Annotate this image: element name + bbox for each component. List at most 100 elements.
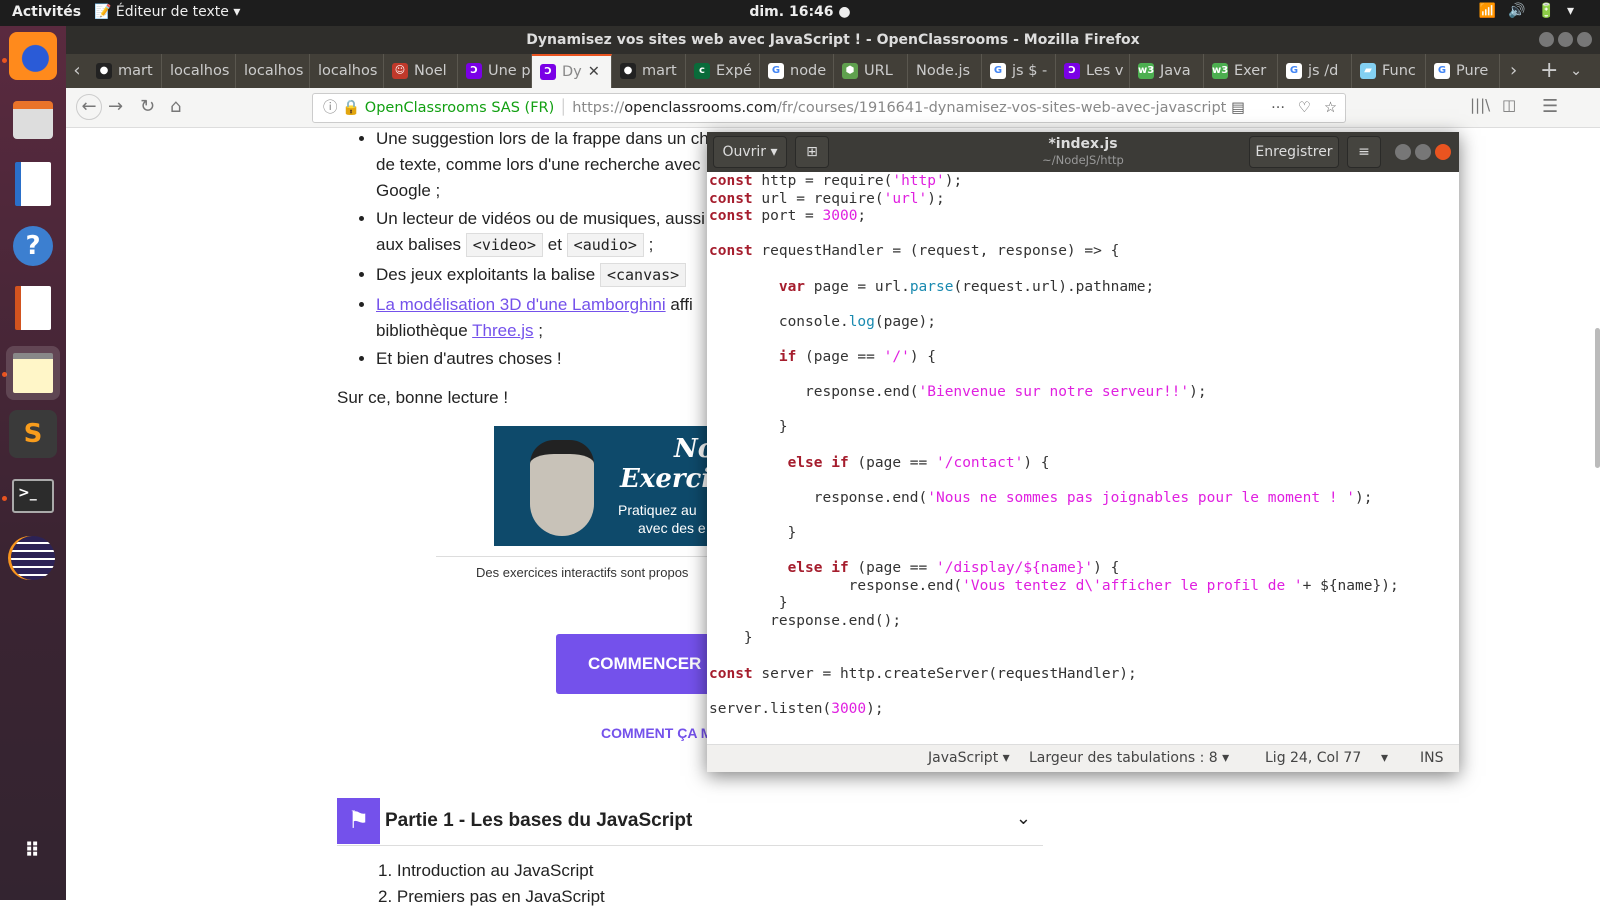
tab[interactable]: ● mart — [612, 54, 686, 88]
tab-label: localhos — [170, 63, 230, 79]
code-line: const http = require('http'); — [709, 173, 963, 189]
cursor-position[interactable]: Lig 24, Col 77 — [1265, 750, 1361, 766]
position-menu-icon[interactable]: ▾ — [1381, 750, 1388, 766]
app-menu[interactable]: 📝 Éditeur de texte ▾ — [94, 4, 240, 20]
sublime-icon[interactable]: S — [9, 410, 57, 458]
code-line: } — [709, 595, 788, 612]
list-item: Un lecteur de vidéos ou de musiques, aus… — [376, 206, 756, 258]
openclassrooms-icon: Ↄ — [1064, 63, 1080, 79]
code-line: } — [709, 630, 753, 647]
tab[interactable]: Ↄ Une p — [458, 54, 532, 88]
google-icon: G — [1286, 63, 1302, 79]
threejs-link[interactable]: Three.js — [472, 321, 533, 340]
how-it-works-link[interactable]: COMMENT ÇA M — [601, 725, 712, 741]
tab[interactable]: Gjs $ - — [982, 54, 1056, 88]
tab[interactable]: localhos — [310, 54, 384, 88]
tab[interactable]: ▰ Func — [1352, 54, 1426, 88]
part-header[interactable]: ⚑ Partie 1 - Les bases du JavaScript ⌄ — [337, 798, 1043, 846]
close-button[interactable] — [1435, 144, 1451, 160]
eclipse-icon[interactable] — [11, 536, 55, 580]
tab[interactable]: ⬢ URL — [834, 54, 908, 88]
url-bar[interactable]: ⓘ 🔒 OpenClassrooms SAS (FR) │ https://op… — [312, 93, 1346, 123]
tab[interactable]: Node.js — [908, 54, 982, 88]
reload-button[interactable]: ↻ — [140, 96, 155, 117]
tab[interactable]: w3 Java — [1130, 54, 1204, 88]
chevron-down-icon[interactable]: ⌄ — [1016, 808, 1031, 829]
library-icon[interactable]: |||\ — [1470, 96, 1490, 114]
tab-list-chevron-icon[interactable]: ⌄ — [1570, 54, 1600, 88]
tab[interactable]: localhos — [162, 54, 236, 88]
list-item: Une suggestion lors de la frappe dans un… — [376, 126, 756, 204]
tab[interactable]: w3 Exer — [1204, 54, 1278, 88]
terminal-icon[interactable]: >_ — [12, 479, 54, 513]
tab[interactable]: G Pure — [1426, 54, 1500, 88]
text-editor-icon[interactable] — [13, 353, 53, 393]
hamburger-menu-icon[interactable]: ≡ — [1347, 136, 1381, 168]
writer-icon[interactable] — [15, 162, 51, 206]
close-tab-icon[interactable]: ✕ — [588, 64, 600, 80]
system-tray[interactable]: 📶🔊🔋▾ — [1479, 3, 1586, 19]
code-line: const port = 3000; — [709, 208, 867, 225]
info-icon[interactable]: ⓘ — [323, 100, 338, 116]
code-line: if (page == '/') { — [778, 348, 937, 365]
forward-button[interactable]: → — [108, 96, 123, 117]
back-button[interactable]: ← — [76, 94, 102, 120]
new-tab-button[interactable]: + — [1540, 54, 1570, 88]
part-title: Partie 1 - Les bases du JavaScript — [385, 810, 693, 831]
tab[interactable]: Gjs /d — [1278, 54, 1352, 88]
reader-view-icon[interactable]: ▤ — [1231, 94, 1245, 122]
banner-caption: Des exercices interactifs sont propos — [476, 565, 689, 580]
tab-label: node — [790, 63, 827, 79]
code-line: server.listen(3000); — [709, 700, 884, 717]
files-icon[interactable] — [13, 101, 53, 139]
list-item: Et bien d'autres choses ! — [376, 346, 756, 372]
chapter-link[interactable]: 1. Introduction au JavaScript — [378, 858, 605, 884]
minimize-button[interactable] — [1539, 32, 1554, 47]
help-icon[interactable]: ? — [13, 226, 53, 266]
chapter-link[interactable]: 2. Premiers pas en JavaScript — [378, 884, 605, 910]
tab[interactable]: Ↄ Les v — [1056, 54, 1130, 88]
tab[interactable]: ● mart — [88, 54, 162, 88]
impress-icon[interactable] — [15, 286, 51, 330]
open-button[interactable]: Ouvrir ▾ — [713, 136, 787, 168]
tab-bar: ‹ ● mart localhos localhos localhos ☺ Noel Ↄ Une… — [66, 54, 1600, 88]
maximize-button[interactable] — [1558, 32, 1573, 47]
scroll-tabs-right-icon[interactable]: › — [1510, 54, 1540, 88]
tab-label: mart — [118, 63, 153, 79]
page-actions-icon[interactable]: ··· — [1271, 94, 1285, 122]
tab-label: Pure — [1456, 63, 1489, 79]
bookmark-star-icon[interactable]: ☆ — [1324, 94, 1337, 122]
maximize-button[interactable] — [1415, 144, 1431, 160]
tab[interactable]: Gnode — [760, 54, 834, 88]
code-audio: <audio> — [566, 233, 644, 257]
home-button[interactable]: ⌂ — [170, 96, 181, 117]
lamborghini-link[interactable]: La modélisation 3D d'une Lamborghini — [376, 295, 666, 314]
language-selector[interactable]: JavaScript ▾ — [928, 750, 1010, 766]
tab[interactable]: localhos — [236, 54, 310, 88]
new-document-icon[interactable]: ⊞ — [795, 136, 829, 168]
tab[interactable]: c Expé — [686, 54, 760, 88]
activities-button[interactable]: Activités — [12, 4, 81, 20]
minimize-button[interactable] — [1395, 144, 1411, 160]
tab[interactable]: Ↄ Dy ✕ — [532, 54, 612, 88]
openclassrooms-icon: Ↄ — [466, 63, 482, 79]
close-button[interactable] — [1577, 32, 1592, 47]
page-scrollbar[interactable] — [1595, 328, 1600, 468]
tab-label: Les v — [1086, 63, 1124, 79]
sidebar-icon[interactable]: ◫ — [1502, 96, 1516, 114]
tab[interactable]: ☺ Noel — [384, 54, 458, 88]
window-title: Dynamisez vos sites web avec JavaScript … — [526, 32, 1140, 48]
pocket-icon[interactable]: ♡ — [1298, 94, 1311, 122]
app-grid-icon[interactable]: ⠿ — [9, 826, 57, 874]
tab-label: Java — [1160, 63, 1191, 79]
save-button[interactable]: Enregistrer — [1249, 136, 1339, 168]
system-top-bar: Activités 📝 Éditeur de texte ▾ dim. 16:4… — [0, 0, 1600, 26]
menu-icon[interactable]: ☰ — [1542, 96, 1558, 117]
site-identity[interactable]: OpenClassrooms SAS (FR) — [365, 100, 554, 116]
tab-width-selector[interactable]: Largeur des tabulations : 8 ▾ — [1029, 750, 1229, 766]
outro-text: Sur ce, bonne lecture ! — [337, 388, 509, 407]
code-area[interactable]: const http = require('http'); const url =… — [709, 173, 1399, 718]
scroll-tabs-left-icon[interactable]: ‹ — [66, 54, 88, 88]
tab-label: Exer — [1234, 63, 1267, 79]
firefox-icon[interactable] — [9, 32, 57, 80]
